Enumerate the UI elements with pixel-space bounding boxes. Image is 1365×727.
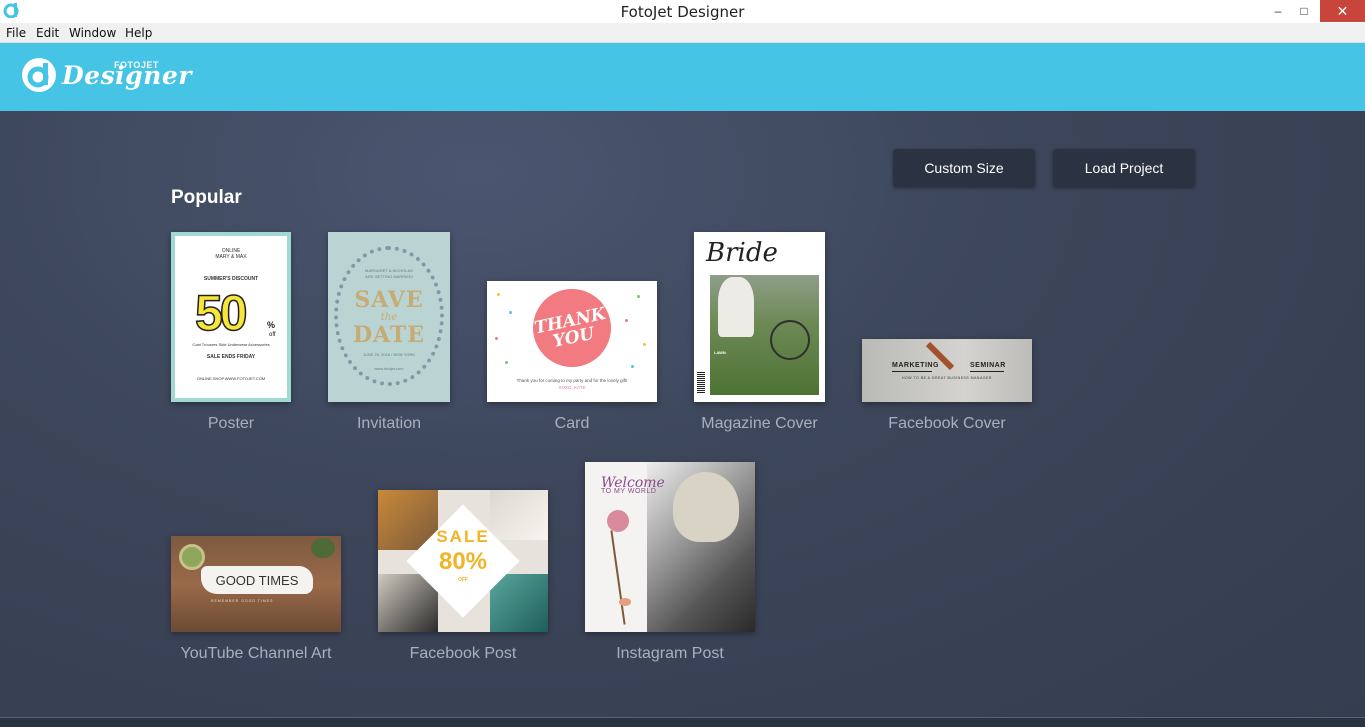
load-project-button[interactable]: Load Project (1053, 149, 1195, 187)
template-instagram-thumbnail[interactable]: Welcome TO MY WORLD (585, 462, 755, 632)
template-magazine-thumbnail[interactable]: Bride LAWN (694, 232, 825, 402)
fbpost-text: 80% (438, 548, 488, 575)
template-facebook-cover-thumbnail[interactable]: MARKETING SEMINAR HOW TO BE A GREAT BUSI… (862, 339, 1032, 402)
invitation-text: ARE GETTING MARRIED! (365, 274, 413, 279)
template-label-card[interactable]: Card (487, 415, 657, 433)
magazine-title: Bride (706, 238, 778, 268)
card-text: Thank you for coming to my party and for… (516, 378, 628, 383)
menu-window[interactable]: Window (69, 26, 116, 40)
template-label-facebook-post[interactable]: Facebook Post (378, 645, 548, 663)
close-button[interactable]: ✕ (1320, 0, 1365, 22)
fbcover-text: SEMINAR (970, 362, 1006, 369)
poster-text: off (269, 332, 276, 338)
logo-icon[interactable] (21, 57, 57, 93)
window-titlebar: FotoJet Designer – □ ✕ (0, 0, 1365, 23)
poster-text: MARY & MAX (215, 254, 247, 260)
logo-subtext: FOTOJET (114, 60, 159, 70)
underline (970, 371, 1004, 372)
template-label-instagram-post[interactable]: Instagram Post (585, 645, 755, 663)
plant-image (311, 538, 335, 558)
template-poster-thumbnail[interactable]: ONLINE MARY & MAX SUMMER'S DISCOUNT 50 %… (171, 232, 291, 402)
template-card-thumbnail[interactable]: THANK YOU Thank you for coming to my par… (487, 281, 657, 402)
fbpost-text: SALE (436, 527, 490, 546)
flower-icon (607, 510, 629, 532)
custom-size-button[interactable]: Custom Size (893, 149, 1035, 187)
flower-icon (619, 598, 631, 606)
fbcover-text: HOW TO BE A GREAT BUSINESS MANAGER (902, 376, 992, 380)
template-youtube-thumbnail[interactable]: GOOD TIMES REMEMBER GOOD TIMES (171, 536, 341, 632)
poster-value: 50 (194, 285, 248, 341)
menu-bar: File Edit Window Help (0, 23, 1365, 43)
portrait-hair (673, 472, 739, 542)
confetti-dot (505, 361, 508, 364)
menu-help[interactable]: Help (125, 26, 152, 40)
confetti-dot (495, 337, 498, 340)
section-title-popular: Popular (171, 187, 242, 208)
coffee-cup-image (179, 544, 205, 570)
poster-text: SALE ENDS FRIDAY (206, 354, 256, 360)
bottom-strip (0, 717, 1365, 727)
template-label-invitation[interactable]: Invitation (328, 415, 450, 433)
invitation-text: www.fotojet.com (374, 366, 404, 371)
window-title: FotoJet Designer (620, 3, 745, 21)
magazine-text: LAWN (714, 350, 726, 355)
confetti-dot (643, 343, 646, 346)
template-label-magazine-cover[interactable]: Magazine Cover (694, 415, 825, 433)
barcode-icon (697, 372, 705, 394)
confetti-dot (637, 295, 640, 298)
menu-file[interactable]: File (6, 26, 26, 40)
minimize-button[interactable]: – (1267, 0, 1289, 22)
confetti-dot (625, 319, 628, 322)
poster-inner: ONLINE MARY & MAX SUMMER'S DISCOUNT 50 %… (175, 236, 287, 398)
poster-text: SUMMER'S DISCOUNT (203, 276, 259, 282)
flower-stem (610, 530, 626, 625)
magazine-photo-dress (718, 277, 754, 337)
maximize-button[interactable]: □ (1293, 0, 1315, 22)
menu-edit[interactable]: Edit (36, 26, 59, 40)
underline (892, 371, 932, 372)
template-invitation-thumbnail[interactable]: MARGARET & NICHOLAS ARE GETTING MARRIED!… (328, 232, 450, 402)
instagram-text: TO MY WORLD (601, 488, 657, 495)
template-label-youtube-channel-art[interactable]: YouTube Channel Art (171, 645, 341, 663)
invitation-text: JUNE 20, 2016 / NEW YORK (362, 352, 416, 357)
confetti-dot (509, 311, 512, 314)
youtube-text: REMEMBER GOOD TIMES (211, 599, 274, 603)
invitation-text: MARGARET & NICHOLAS (365, 268, 413, 273)
poster-text: Coat Trousers Skirt Underwear Accessorie… (192, 342, 270, 347)
poster-text: ONLINE.SHOP.WWW.FOTOJET.COM (196, 376, 266, 381)
confetti-dot (497, 293, 500, 296)
app-header: Designer FOTOJET (0, 43, 1365, 111)
fbpost-text: OFF (458, 577, 468, 583)
confetti-dot (631, 365, 634, 368)
card-text: XOXO, KATE (558, 385, 586, 390)
invitation-text: DATE (352, 322, 426, 348)
fbcover-text: MARKETING (892, 362, 939, 369)
template-label-facebook-cover[interactable]: Facebook Cover (862, 415, 1032, 433)
youtube-text: GOOD TIMES (215, 573, 299, 588)
magazine-photo-wheel (770, 320, 810, 360)
template-facebook-post-thumbnail[interactable]: SALE 80% OFF (378, 490, 548, 632)
template-label-poster[interactable]: Poster (171, 415, 291, 433)
invitation-text: SAVE (354, 287, 424, 313)
poster-text: % (267, 320, 276, 330)
